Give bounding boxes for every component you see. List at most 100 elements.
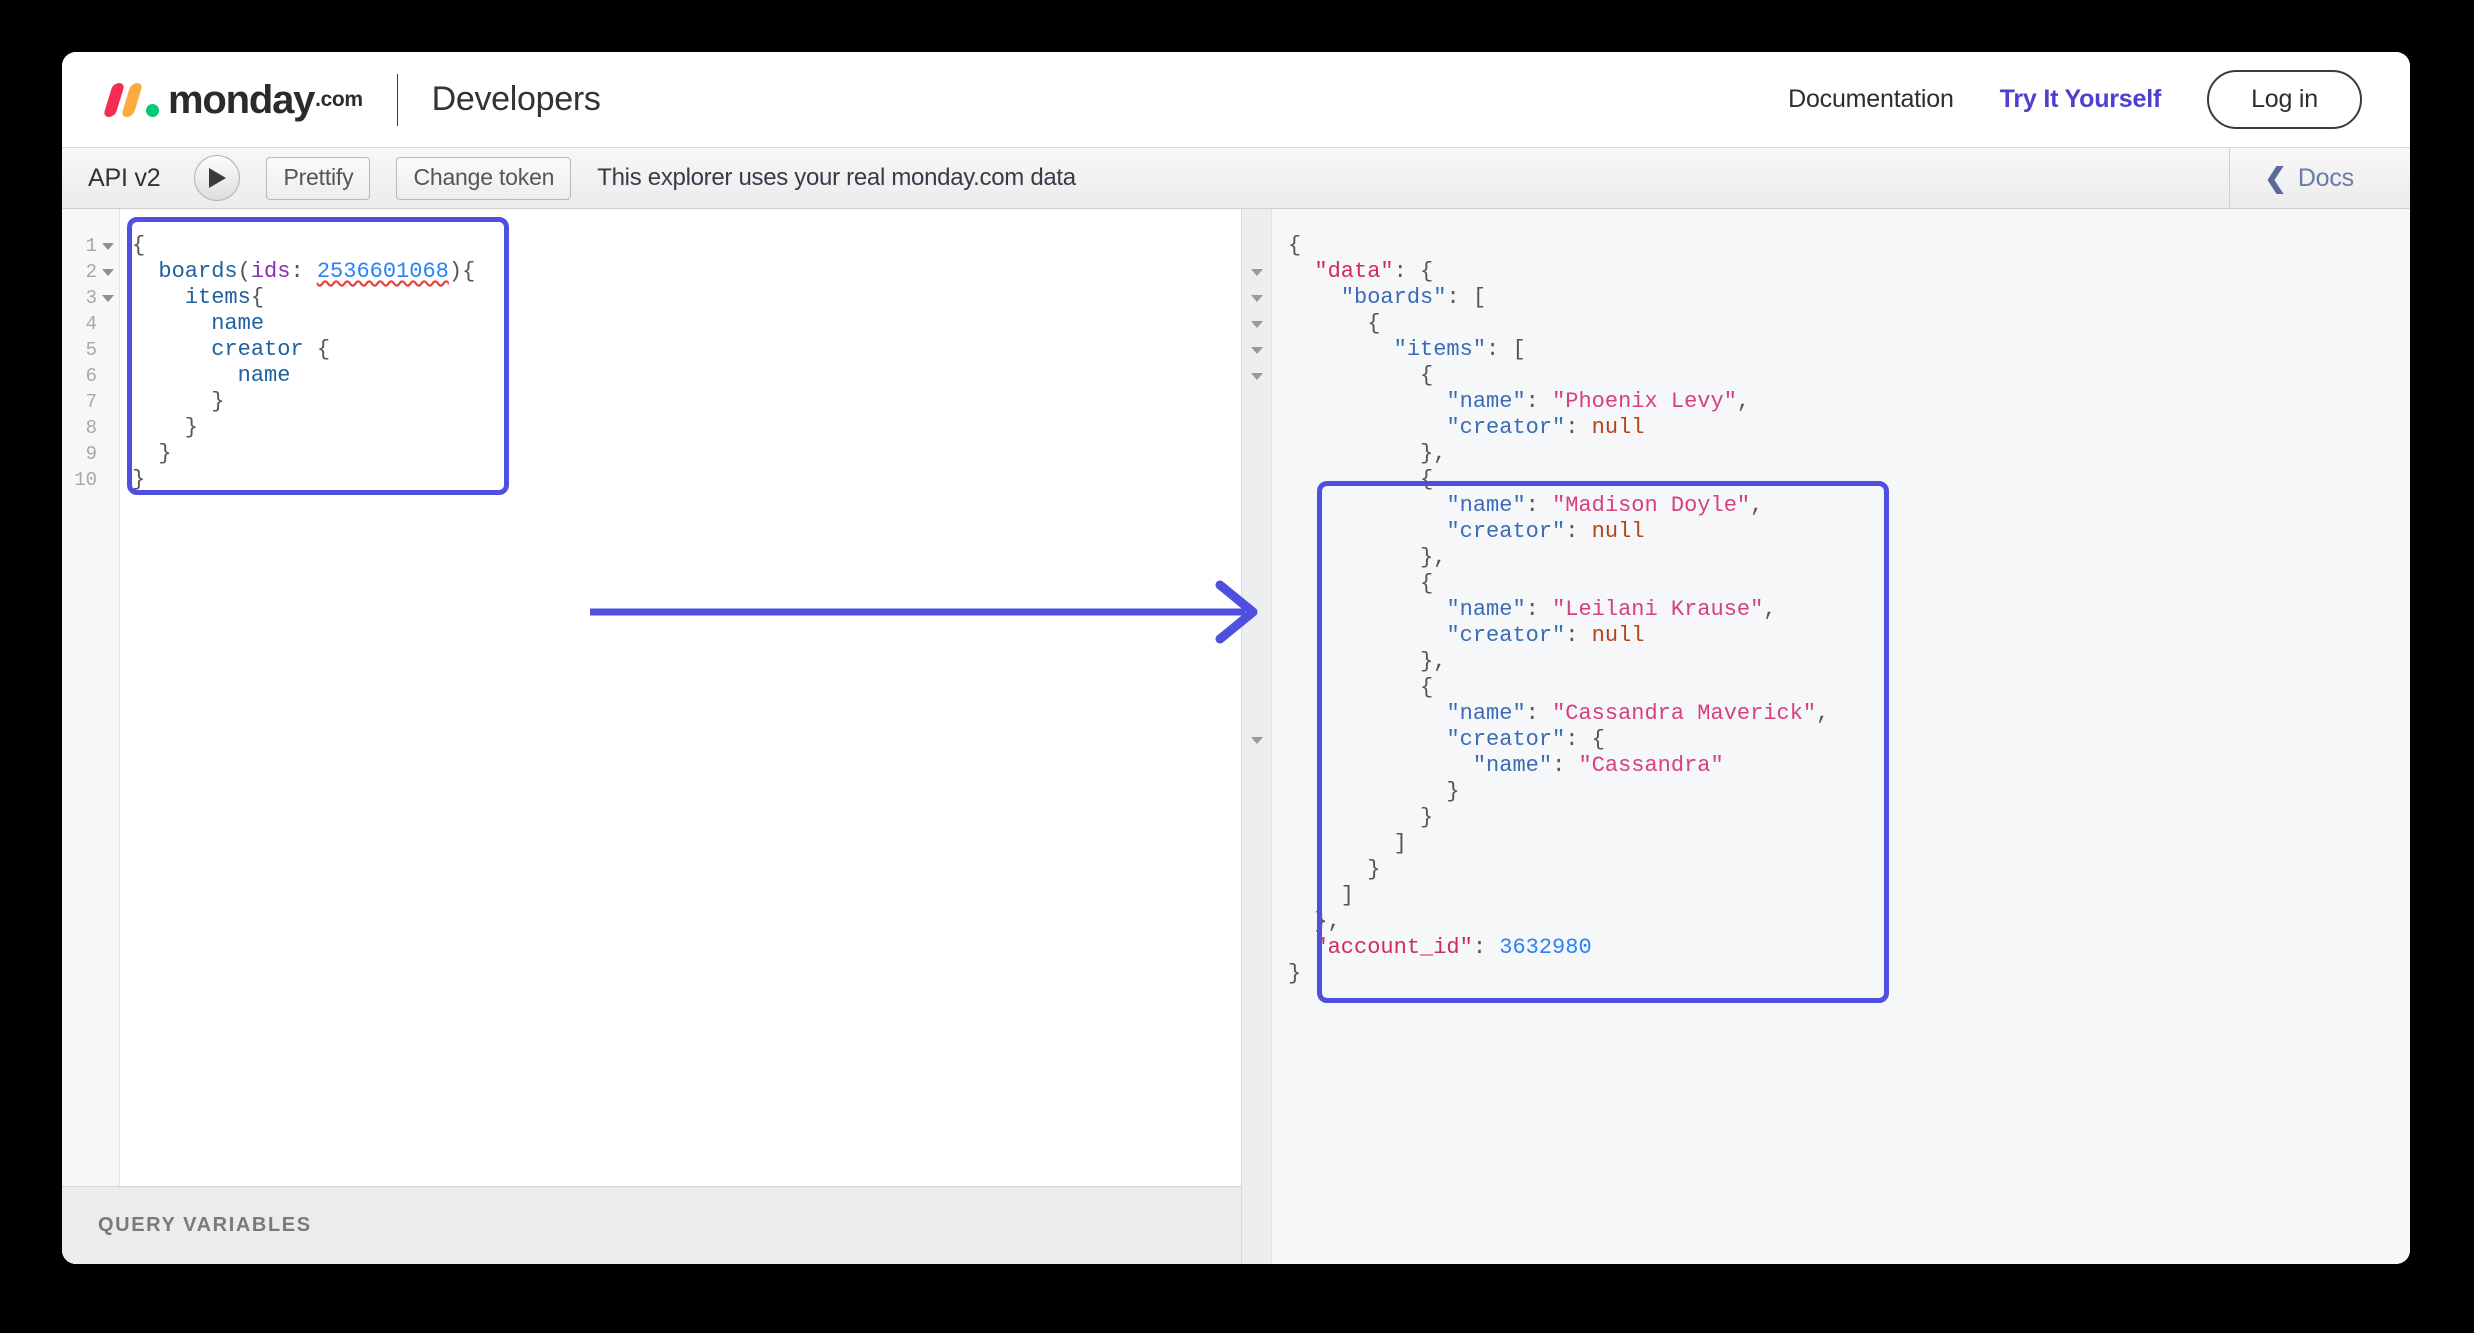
response-token: },: [1288, 545, 1446, 570]
response-code-viewer[interactable]: { "data": { "boards": [ { "items": [ { "…: [1272, 209, 2410, 1264]
response-line: {: [1288, 311, 2410, 337]
response-token: "name": [1446, 493, 1525, 518]
response-gutter-row: [1242, 779, 1271, 805]
brand-wordmark: monday: [168, 80, 314, 120]
query-token: (: [238, 259, 251, 284]
fold-spacer: [102, 451, 114, 458]
response-token: null: [1592, 623, 1645, 648]
execute-query-button[interactable]: [194, 155, 240, 201]
fold-triangle-icon[interactable]: [102, 243, 114, 250]
fold-triangle-icon[interactable]: [1251, 737, 1263, 744]
response-token: :: [1565, 519, 1591, 544]
docs-toggle-button[interactable]: ❮ Docs: [2229, 148, 2410, 208]
response-token: ,: [1763, 597, 1776, 622]
board-id-token: 2536601068: [317, 259, 449, 284]
response-line: }: [1288, 805, 2410, 831]
response-gutter-row: [1242, 753, 1271, 779]
response-line: },: [1288, 909, 2410, 935]
query-editor-area[interactable]: 12345678910 { boards(ids: 2536601068){ i…: [62, 209, 1241, 1186]
response-token: [1288, 493, 1446, 518]
query-variables-bar[interactable]: QUERY VARIABLES: [62, 1186, 1241, 1264]
query-line-number: 7: [62, 389, 119, 415]
response-line: "name": "Madison Doyle",: [1288, 493, 2410, 519]
query-line-number: 10: [62, 467, 119, 493]
top-navigation-bar: monday .com Developers Documentation Try…: [62, 52, 2410, 147]
change-token-button[interactable]: Change token: [396, 157, 571, 200]
response-gutter-row: [1242, 675, 1271, 701]
response-token: "creator": [1446, 623, 1565, 648]
response-token: "data": [1314, 259, 1393, 284]
response-line: {: [1288, 233, 2410, 259]
response-gutter-row: [1242, 623, 1271, 649]
response-token: "Madison Doyle": [1552, 493, 1750, 518]
response-line: "name": "Leilani Krause",: [1288, 597, 2410, 623]
response-line: "creator": null: [1288, 415, 2410, 441]
fold-spacer: [102, 347, 114, 354]
query-token: name: [238, 363, 291, 388]
query-token: {: [251, 285, 264, 310]
response-token: [1288, 701, 1446, 726]
response-token: ,: [1737, 389, 1750, 414]
response-line: "creator": null: [1288, 519, 2410, 545]
query-line-number: 6: [62, 363, 119, 389]
response-gutter-row: [1242, 467, 1271, 493]
query-line: }: [132, 389, 1241, 415]
response-gutter-row: [1242, 493, 1271, 519]
brand-block[interactable]: monday .com Developers: [107, 74, 601, 126]
query-line: items{: [132, 285, 1241, 311]
query-token: items: [185, 285, 251, 310]
response-gutter-row: [1242, 831, 1271, 857]
fold-triangle-icon[interactable]: [1251, 321, 1263, 328]
response-line: },: [1288, 545, 2410, 571]
query-line: {: [132, 233, 1241, 259]
response-line: "creator": {: [1288, 727, 2410, 753]
nav-links-group: Documentation Try It Yourself Log in: [1788, 70, 2362, 129]
response-line: },: [1288, 649, 2410, 675]
response-gutter-row: [1242, 961, 1271, 987]
fold-triangle-icon[interactable]: [102, 269, 114, 276]
response-token: "name": [1446, 597, 1525, 622]
response-line: "items": [: [1288, 337, 2410, 363]
response-token: "Leilani Krause": [1552, 597, 1763, 622]
query-token: [132, 285, 185, 310]
nav-link-try-it-yourself[interactable]: Try It Yourself: [2000, 85, 2161, 114]
query-token: [132, 337, 211, 362]
response-token: {: [1288, 571, 1433, 596]
brand-divider: [397, 74, 398, 126]
response-token: : {: [1394, 259, 1434, 284]
response-token: }: [1288, 857, 1380, 882]
nav-link-documentation[interactable]: Documentation: [1788, 85, 1954, 114]
response-gutter-row: [1242, 727, 1271, 753]
response-line: {: [1288, 571, 2410, 597]
response-gutter-row: [1242, 441, 1271, 467]
fold-spacer: [102, 321, 114, 328]
query-token: creator: [211, 337, 303, 362]
fold-spacer: [102, 425, 114, 432]
response-line: "name": "Cassandra Maverick",: [1288, 701, 2410, 727]
response-token: "boards": [1341, 285, 1447, 310]
response-token: [1288, 935, 1314, 960]
fold-triangle-icon[interactable]: [1251, 347, 1263, 354]
query-line-number: 1: [62, 233, 119, 259]
response-gutter-row: [1242, 935, 1271, 961]
response-line: "name": "Phoenix Levy",: [1288, 389, 2410, 415]
fold-triangle-icon[interactable]: [1251, 373, 1263, 380]
response-token: :: [1526, 389, 1552, 414]
query-token: {: [132, 233, 145, 258]
response-token: :: [1565, 415, 1591, 440]
response-token: [1288, 259, 1314, 284]
response-token: },: [1288, 649, 1446, 674]
response-gutter-row: [1242, 649, 1271, 675]
response-token: },: [1288, 441, 1446, 466]
prettify-button[interactable]: Prettify: [266, 157, 370, 200]
response-token: [1288, 753, 1473, 778]
fold-triangle-icon[interactable]: [1251, 269, 1263, 276]
response-token: :: [1526, 597, 1552, 622]
query-code-editor[interactable]: { boards(ids: 2536601068){ items{ name c…: [120, 209, 1241, 1186]
fold-triangle-icon[interactable]: [1251, 295, 1263, 302]
query-line-number: 3: [62, 285, 119, 311]
query-line-number-gutter: 12345678910: [62, 209, 120, 1186]
fold-triangle-icon[interactable]: [102, 295, 114, 302]
response-token: :: [1526, 493, 1552, 518]
login-button[interactable]: Log in: [2207, 70, 2362, 129]
